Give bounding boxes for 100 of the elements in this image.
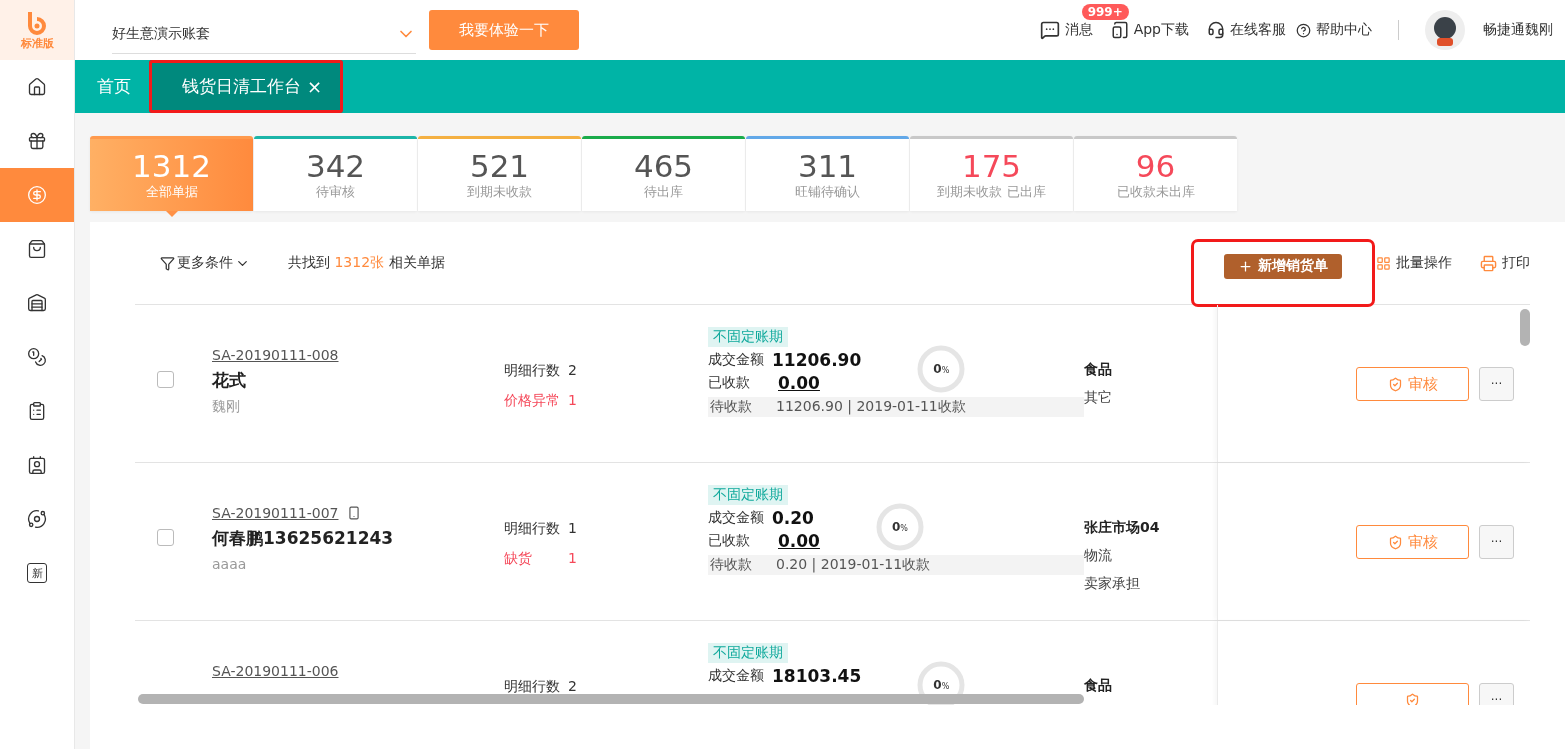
stat-card[interactable]: 311 旺铺待确认 [746,136,909,211]
stat-label: 到期未收款 已出库 [937,183,1046,201]
row-checkbox[interactable] [157,529,174,546]
pending-amount: 待收款 11206.90 | 2019-01-11收款 [708,397,1084,417]
note-text: 物流 [1084,547,1113,565]
clipboard-icon [27,401,47,421]
shield-icon [1405,692,1420,705]
percent-text: 0% [891,520,908,534]
note-text: 其它 [1084,389,1113,407]
headset-icon [1207,21,1225,39]
avatar[interactable] [1425,10,1465,50]
app-download-link[interactable]: App下载 [1110,21,1189,39]
stat-value: 1312 [132,149,211,183]
issue-count: 价格异常 1 [504,392,578,410]
new-glyph-icon: 新 [27,563,47,583]
stat-value: 175 [961,149,1022,183]
term-tag: 不固定账期 [708,327,788,347]
help-link[interactable]: 帮助中心 [1296,21,1372,39]
stat-value: 311 [797,149,858,183]
close-tab-button[interactable]: × [307,76,323,97]
stat-value: 96 [1135,149,1176,183]
orbit-icon [27,509,47,529]
stat-card[interactable]: 521 到期未收款 [418,136,581,211]
stat-card[interactable]: 342 待审核 [254,136,417,211]
stat-value: 465 [633,149,694,183]
home-icon [27,77,47,97]
customer-name: 花式 [212,369,247,392]
pending-amount: 待收款 0.20 | 2019-01-11收款 [708,555,1084,575]
batch-button[interactable]: 批量操作 [1376,254,1452,272]
stat-value: 521 [469,149,530,183]
messages-link[interactable]: 消息 [1039,20,1093,40]
salesman-name: aaaa [212,556,248,572]
new-sales-order-button[interactable]: 新增销货单 [1224,253,1342,279]
shield-icon [1387,376,1403,392]
amount-label: 成交金额 [708,509,764,527]
edition-label: 标准版 [20,35,54,51]
stat-label: 旺铺待确认 [795,183,860,201]
count-badge: 999+ [1081,4,1129,20]
received-label: 已收款 [708,374,751,392]
amount-value: 18103.45 [772,666,862,686]
amount-value: 0.20 [772,508,814,528]
stat-card[interactable]: 465 待出库 [582,136,745,211]
received-value[interactable]: 0.00 [778,531,820,551]
order-code-link[interactable]: SA-20190111-007 [212,505,504,521]
received-label: 已收款 [708,532,751,550]
amount-value: 11206.90 [772,350,862,370]
more-button[interactable]: ··· [1479,367,1514,401]
vertical-scrollbar[interactable] [1520,309,1530,346]
service-link[interactable]: 在线客服 [1207,21,1286,39]
term-tag: 不固定账期 [708,643,788,663]
coins-icon [27,347,47,367]
stat-label: 已收款未出库 [1116,183,1195,201]
shopping-bag-icon [27,239,47,259]
message-icon [1039,20,1060,40]
account-select[interactable]: 好生意演示账套 [112,14,416,54]
stat-card[interactable]: 175 到期未收款 已出库 [910,136,1073,211]
row-checkbox[interactable] [157,371,174,388]
customer-name: 何春鹏13625621243 [212,527,395,550]
tab[interactable]: 钱货日清工作台 × [149,60,343,113]
filter-button[interactable]: 更多条件 [160,254,250,272]
category-text: 食品 [1084,677,1113,695]
stat-label: 全部单据 [145,183,198,201]
issue-count: 缺货 1 [504,550,578,568]
category-text: 张庄市场04 [1084,519,1161,537]
progress-ring [917,345,965,393]
detail-count: 明细行数 2 [504,362,578,380]
category-text: 食品 [1084,361,1113,379]
tablet-icon [1110,21,1129,39]
percent-text: 0% [933,362,950,376]
amount-label: 成交金额 [708,667,764,685]
warehouse-icon [27,293,47,313]
grid-icon [1376,255,1391,271]
amount-label: 成交金额 [708,351,764,369]
stat-label: 待审核 [316,183,355,201]
stat-value: 342 [305,149,366,183]
horizontal-scrollbar[interactable] [138,694,1084,704]
note-text: 卖家承担 [1084,575,1141,593]
stat-label: 待出库 [644,183,683,201]
more-button[interactable]: ··· [1479,525,1514,559]
order-code-link[interactable]: SA-20190111-008 [212,347,504,363]
progress-ring [876,503,924,551]
plus-icon [1238,258,1253,274]
detail-count: 明细行数 1 [504,520,578,538]
sidebar-item[interactable]: 新 [0,546,74,600]
stat-label: 到期未收款 [467,183,532,201]
phone-icon [346,506,361,520]
print-button[interactable]: 打印 [1480,254,1530,272]
result-count: 共找到 1312张 相关单据 [288,254,445,272]
term-tag: 不固定账期 [708,485,788,505]
filter-icon [160,255,175,271]
stat-card[interactable]: 96 已收款未出库 [1074,136,1237,211]
user-name[interactable]: 畅捷通魏刚 [1483,21,1553,39]
received-value[interactable]: 0.00 [778,373,820,393]
printer-icon [1480,254,1497,272]
shield-icon [1387,534,1403,550]
order-code-link[interactable]: SA-20190111-006 [212,663,504,679]
help-icon [1296,22,1311,38]
salesman-name: 魏刚 [212,398,241,416]
detail-count: 明细行数 2 [504,678,578,696]
more-button[interactable]: ··· [1479,683,1514,705]
